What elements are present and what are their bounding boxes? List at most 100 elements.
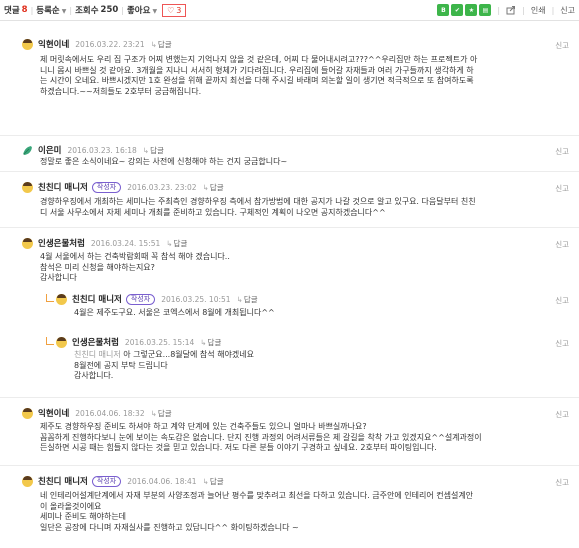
reply-arrow-icon: ↳ (200, 337, 207, 347)
reply-label: 답글 (157, 39, 172, 49)
avatar[interactable] (56, 293, 67, 305)
comment-report-link[interactable]: 신고 (555, 146, 569, 157)
reply-arrow-icon: ↳ (202, 182, 209, 192)
comment-section: 댓글 8 | 등록순 ▼ | 조회수 250 | 좋아요 ▼ ♡ 3 B ✔ ★ ▤… (0, 0, 579, 548)
blog-share-icon[interactable]: ▤ (479, 4, 492, 16)
avatar[interactable] (56, 336, 67, 348)
reply-label: 답글 (243, 294, 258, 304)
share-icon[interactable] (506, 5, 516, 15)
comment-report-link[interactable]: 신고 (555, 338, 569, 349)
avatar[interactable] (22, 475, 33, 487)
reply-label: 답글 (209, 182, 224, 192)
comment-author[interactable]: 익현이네 (38, 38, 69, 50)
divider: | (522, 5, 525, 15)
reply-arrow-icon: ↳ (150, 408, 157, 418)
comment-line: 참석은 미리 신청을 해야하는지요? (40, 262, 155, 272)
like-label: 좋아요 (126, 6, 151, 16)
comment-item: 익현이네 2016.04.06. 18:32 ↳답글 신고 제주도 경향하우징 … (0, 398, 579, 466)
reply-button[interactable]: ↳답글 (203, 476, 224, 487)
divider: | (497, 5, 501, 15)
comment-line: 정말로 좋은 소식이네요~ 강의는 사전에 신청해야 하는 건지 궁금합니다~ (40, 157, 288, 166)
comment-report-link[interactable]: 신고 (555, 295, 569, 306)
comment-item: 친친디 매니저 작성자 2016.04.06. 18:41 ↳답글 신고 네 인… (0, 466, 579, 548)
reply-label: 답글 (173, 238, 188, 248)
reply-button[interactable]: ↳답글 (151, 39, 172, 50)
comment-line: 8월전에 공지 부탁 드립니다 (74, 360, 168, 370)
avatar[interactable] (22, 145, 33, 156)
divider: | (121, 5, 124, 15)
author-badge: 작성자 (91, 475, 122, 487)
reply-mention[interactable]: 친친디 매니저 (74, 350, 121, 359)
comment-line: 세미나 준비도 해야하는데 (40, 512, 127, 521)
comment-author[interactable]: 친친디 매니저 (38, 475, 88, 487)
comment-date: 2016.03.25. 10:51 (161, 294, 231, 304)
reply-button[interactable]: ↳답글 (166, 238, 187, 249)
avatar[interactable] (22, 38, 33, 50)
reply-indent-icon (46, 337, 54, 345)
sort-dropdown[interactable]: 등록순 ▼ (36, 4, 66, 16)
comment-body: 경향하우징에서 개최하는 세미나는 주최측인 경향하우징 측에서 참가방법에 대… (40, 197, 476, 218)
comment-body: 4월은 제주도구요. 서울은 코엑스에서 8월에 개최됩니다^^ (74, 308, 275, 319)
comment-author[interactable]: 친친디 매니저 (38, 181, 88, 193)
share-bar: B ✔ ★ ▤ | | 인쇄 | 신고 (437, 4, 575, 16)
reply-arrow-icon: ↳ (166, 238, 173, 248)
reply-button[interactable]: ↳답글 (203, 182, 224, 193)
print-link[interactable]: 인쇄 (531, 5, 546, 16)
comment-date: 2016.03.23. 23:02 (127, 182, 197, 192)
reply-label: 답글 (207, 337, 222, 347)
comment-line: 경향하우징에서 개최하는 세미나는 주최측인 경향하우징 측에서 참가방법에 대… (40, 197, 476, 206)
comment-report-link[interactable]: 신고 (555, 183, 569, 194)
comment-body: 네 인테리어설계단계에서 자재 부분의 사양조정과 늘어난 평수를 맞추려고 최… (40, 491, 473, 533)
reply-button[interactable]: ↳답글 (151, 408, 172, 419)
comment-report-link[interactable]: 신고 (555, 239, 569, 250)
avatar[interactable] (22, 237, 33, 249)
comment-body: 4월 서울에서 하는 건축박람회때 꼭 참석 해야 겠습니다.. 참석은 미리 … (40, 252, 230, 284)
comment-text: 아 그렇군요...8월달에 참석 해야겠네요 (123, 350, 254, 359)
like-dropdown[interactable]: 좋아요 ▼ (127, 4, 157, 16)
comment-report-link[interactable]: 신고 (555, 477, 569, 488)
comment-line: 감사합니다. (74, 371, 114, 380)
comment-body: 제주도 경향하우징 준비도 하셔야 하고 계약 단계에 있는 건축주들도 있으니… (40, 422, 482, 454)
comment-author[interactable]: 이은미 (38, 144, 61, 156)
avatar[interactable] (22, 407, 33, 419)
comment-toolbar: 댓글 8 | 등록순 ▼ | 조회수 250 | 좋아요 ▼ ♡ 3 B ✔ ★ ▤… (0, 0, 579, 21)
comment-date: 2016.03.23. 16:18 (67, 145, 137, 155)
comment-author[interactable]: 친친디 매니저 (72, 293, 122, 305)
avatar[interactable] (22, 181, 33, 193)
divider: | (551, 5, 555, 15)
reply-button[interactable]: ↳답글 (200, 337, 221, 348)
comment-report-link[interactable]: 신고 (555, 409, 569, 420)
divider: | (69, 5, 73, 15)
star-share-icon[interactable]: ★ (465, 4, 478, 16)
like-button[interactable]: ♡ 3 (162, 3, 187, 17)
reply-label: 답글 (150, 145, 164, 155)
comment-report-link[interactable]: 신고 (555, 40, 569, 51)
comment-author[interactable]: 익현이네 (38, 407, 69, 419)
comment-line: 감사합니다 (40, 273, 77, 282)
reply-button[interactable]: ↳답글 (237, 294, 258, 305)
comment-item: 친친디 매니저 작성자 2016.03.23. 23:02 ↳답글 신고 경향하… (0, 172, 579, 228)
band-share-icon[interactable]: B (437, 4, 450, 16)
comment-date: 2016.04.06. 18:41 (127, 476, 197, 486)
reply-item: 인생은물처럼 2016.03.25. 15:14 ↳답글 (56, 336, 221, 348)
divider: | (30, 5, 34, 15)
comment-author[interactable]: 인생은물처럼 (38, 237, 85, 249)
report-link[interactable]: 신고 (560, 5, 575, 16)
comment-line: 4월은 제주도구요. 서울은 코엑스에서 8월에 개최됩니다^^ (74, 308, 275, 317)
reply-label: 답글 (157, 408, 172, 418)
comment-date: 2016.03.22. 23:21 (75, 39, 145, 49)
comment-line: 하겠습니다.~~저희들도 2호부터 궁금해집니다. (40, 86, 202, 96)
comment-item: 익현이네 2016.03.22. 23:21 ↳답글 신고 제 머릿속에서도 우… (0, 33, 579, 136)
reply-arrow-icon: ↳ (150, 39, 157, 49)
comment-body: 정말로 좋은 소식이네요~ 강의는 사전에 신청해야 하는 건지 궁금합니다~ (40, 157, 287, 168)
like-count: 3 (176, 5, 182, 15)
comment-author[interactable]: 인생은물처럼 (72, 336, 119, 348)
comment-line: 는 시간이 오네요. 바쁘시겠지만 1호 완성을 위해 끝까지 최선을 다해 주… (40, 76, 474, 85)
reply-arrow-icon: ↳ (236, 294, 243, 304)
check-share-icon[interactable]: ✔ (451, 4, 464, 16)
comment-line: 제주도 경향하우징 준비도 하셔야 하고 계약 단계에 있는 건축주들도 있으니… (40, 422, 367, 431)
reply-indent-icon (46, 294, 54, 302)
comment-item: 이은미 2016.03.23. 16:18 ↳답글 신고 정말로 좋은 소식이네… (0, 136, 579, 172)
reply-button[interactable]: ↳답글 (143, 145, 164, 156)
comment-line: 친친디 매니저 아 그렇군요...8월달에 참석 해야겠네요 (74, 350, 254, 361)
